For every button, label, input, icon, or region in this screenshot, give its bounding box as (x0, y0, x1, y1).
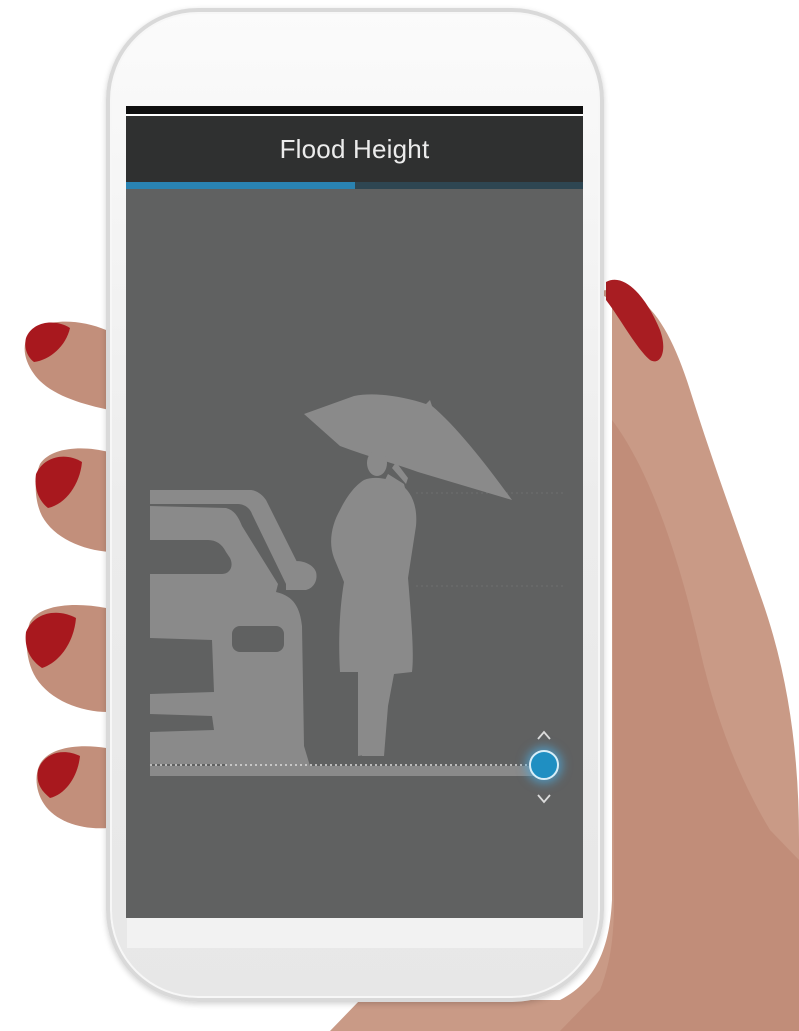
flood-height-slider (126, 106, 583, 918)
photo-stage: Flood Height (0, 0, 799, 1031)
chevron-down-icon[interactable] (537, 794, 551, 804)
chevron-up-icon[interactable] (537, 730, 551, 740)
app-screen: Flood Height (126, 106, 583, 918)
phone-bottom-bezel (127, 918, 583, 948)
slider-handle[interactable] (529, 750, 559, 780)
